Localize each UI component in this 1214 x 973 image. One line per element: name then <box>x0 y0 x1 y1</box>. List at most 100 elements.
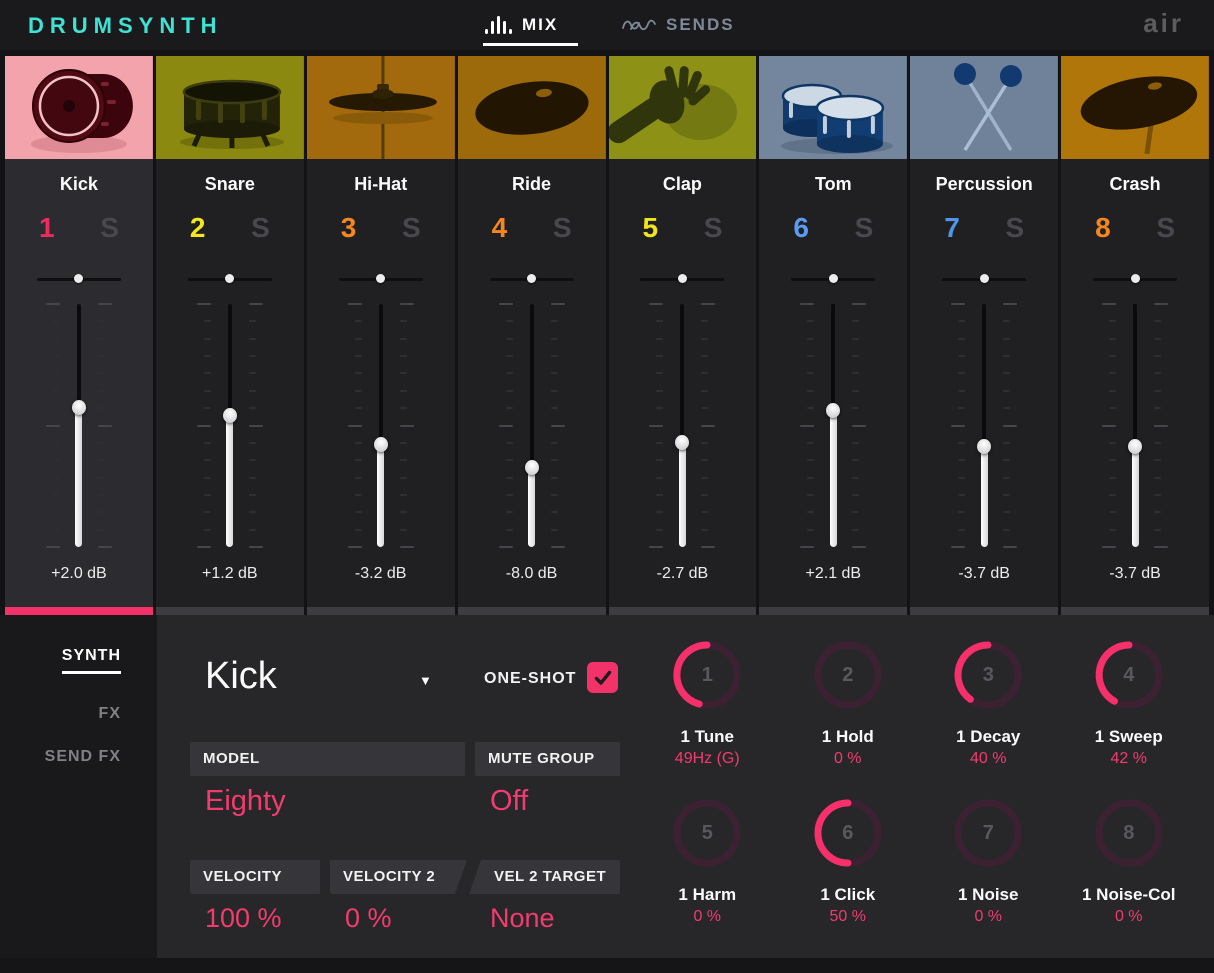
velocity2-value[interactable]: 0 % <box>345 903 392 934</box>
percussion-thumbnail[interactable] <box>910 56 1059 159</box>
pan-slider[interactable] <box>187 272 272 286</box>
fader-tick <box>203 389 211 392</box>
knob-dial-7[interactable]: 7 <box>950 795 1026 871</box>
solo-button[interactable]: S <box>1005 212 1024 244</box>
fader-tick <box>52 355 60 358</box>
fader-tick <box>399 372 407 375</box>
pan-slider[interactable] <box>1093 272 1178 286</box>
fader-tick <box>1003 372 1011 375</box>
fader-tick <box>1154 337 1162 340</box>
volume-fader[interactable] <box>156 303 304 548</box>
volume-fader[interactable] <box>609 303 757 548</box>
knob-dial-6[interactable]: 6 <box>810 795 886 871</box>
crash-thumbnail[interactable] <box>1061 56 1209 159</box>
snare-thumbnail[interactable] <box>155 56 304 159</box>
pan-slider[interactable] <box>489 272 574 286</box>
fader-tick <box>354 493 362 496</box>
knob-dial-4[interactable]: 4 <box>1091 637 1167 713</box>
sidebar-item-send-fx[interactable]: SEND FX <box>45 748 121 766</box>
fader-handle[interactable] <box>373 436 388 452</box>
fader-tick <box>97 528 105 531</box>
fader-handle[interactable] <box>826 402 841 418</box>
channel-strip-kick[interactable]: Kick 1 S +2.0 dB <box>5 56 153 615</box>
kick-thumbnail[interactable] <box>5 56 153 159</box>
solo-button[interactable]: S <box>855 212 874 244</box>
solo-button[interactable]: S <box>100 212 119 244</box>
mute-group-field-label: MUTE GROUP <box>475 742 620 776</box>
pan-slider[interactable] <box>338 272 423 286</box>
volume-fader[interactable] <box>307 303 455 548</box>
volume-fader[interactable] <box>5 303 153 548</box>
solo-button[interactable]: S <box>553 212 572 244</box>
pan-handle[interactable] <box>376 274 386 283</box>
channel-name: Tom <box>814 174 852 194</box>
pan-handle[interactable] <box>1130 274 1140 283</box>
knob-grid: 1 1 Tune 49Hz (G) 2 1 Hold 0 % 3 1 Decay… <box>637 637 1199 953</box>
fader-handle[interactable] <box>1128 439 1143 455</box>
fader-handle[interactable] <box>977 439 992 455</box>
sidebar-item-synth[interactable]: SYNTH <box>61 647 122 674</box>
fader-ticks-right <box>1003 303 1018 548</box>
volume-fader[interactable] <box>910 303 1058 548</box>
fader-handle[interactable] <box>222 407 237 423</box>
velocity-value[interactable]: 100 % <box>205 903 282 934</box>
solo-button[interactable]: S <box>1156 212 1175 244</box>
channel-strip-percussion[interactable]: Percussion 7 S -3.7 dB <box>910 56 1059 615</box>
knob-dial-1[interactable]: 1 <box>669 637 745 713</box>
channel-select-bar <box>759 607 908 615</box>
knob-dial-2[interactable]: 2 <box>810 637 886 713</box>
pan-slider[interactable] <box>791 272 876 286</box>
pan-slider[interactable] <box>36 272 121 286</box>
sidebar-item-fx[interactable]: FX <box>99 705 121 723</box>
fader-tick <box>203 407 211 410</box>
channel-strip-hi-hat[interactable]: Hi-Hat 3 S -3.2 dB <box>306 56 455 615</box>
solo-button[interactable]: S <box>704 212 723 244</box>
volume-fader[interactable] <box>759 303 907 548</box>
tom-thumbnail[interactable] <box>759 56 908 159</box>
clap-thumbnail[interactable] <box>608 56 757 159</box>
fader-handle[interactable] <box>524 460 539 476</box>
fader-tick <box>701 459 709 462</box>
fader-tick <box>347 303 362 305</box>
fader-tick <box>347 546 362 548</box>
hihat-thumbnail[interactable] <box>306 56 455 159</box>
volume-fader[interactable] <box>1061 303 1209 548</box>
fader-tick <box>701 320 709 323</box>
fader-tick <box>1109 493 1117 496</box>
fader-handle[interactable] <box>675 434 690 450</box>
pan-slider[interactable] <box>640 272 725 286</box>
model-value[interactable]: Eighty <box>205 785 286 818</box>
fader-tick <box>550 320 558 323</box>
instrument-selector[interactable]: Kick <box>205 655 277 698</box>
one-shot-checkbox[interactable] <box>587 662 618 693</box>
knob-dial-8[interactable]: 8 <box>1091 795 1167 871</box>
volume-fader[interactable] <box>458 303 606 548</box>
knob-value: 40 % <box>970 750 1007 767</box>
pan-handle[interactable] <box>225 274 235 283</box>
fader-tick <box>97 511 105 514</box>
pan-handle[interactable] <box>979 274 989 283</box>
knob-dial-5[interactable]: 5 <box>669 795 745 871</box>
fader-tick <box>1003 546 1018 548</box>
tab-sends[interactable]: SENDS <box>622 0 735 50</box>
fader-tick <box>1109 441 1117 444</box>
solo-button[interactable]: S <box>402 212 421 244</box>
pan-handle[interactable] <box>527 274 537 283</box>
mute-group-value[interactable]: Off <box>490 785 528 818</box>
channel-strip-ride[interactable]: Ride 4 S -8.0 dB <box>457 56 606 615</box>
channel-strip-tom[interactable]: Tom 6 S +2.1 dB <box>759 56 908 615</box>
vel2-target-value[interactable]: None <box>490 903 555 934</box>
channel-strip-clap[interactable]: Clap 5 S -2.7 dB <box>608 56 757 615</box>
pan-slider[interactable] <box>942 272 1027 286</box>
pan-handle[interactable] <box>74 274 84 283</box>
ride-thumbnail[interactable] <box>457 56 606 159</box>
solo-button[interactable]: S <box>251 212 270 244</box>
fader-tick <box>852 459 860 462</box>
dropdown-caret-icon[interactable]: ▼ <box>419 673 432 688</box>
fader-handle[interactable] <box>71 400 86 416</box>
channel-strip-crash[interactable]: Crash 8 S -3.7 dB <box>1061 56 1209 615</box>
knob-dial-3[interactable]: 3 <box>950 637 1026 713</box>
pan-handle[interactable] <box>828 274 838 283</box>
pan-handle[interactable] <box>677 274 687 283</box>
channel-strip-snare[interactable]: Snare 2 S +1.2 dB <box>155 56 304 615</box>
